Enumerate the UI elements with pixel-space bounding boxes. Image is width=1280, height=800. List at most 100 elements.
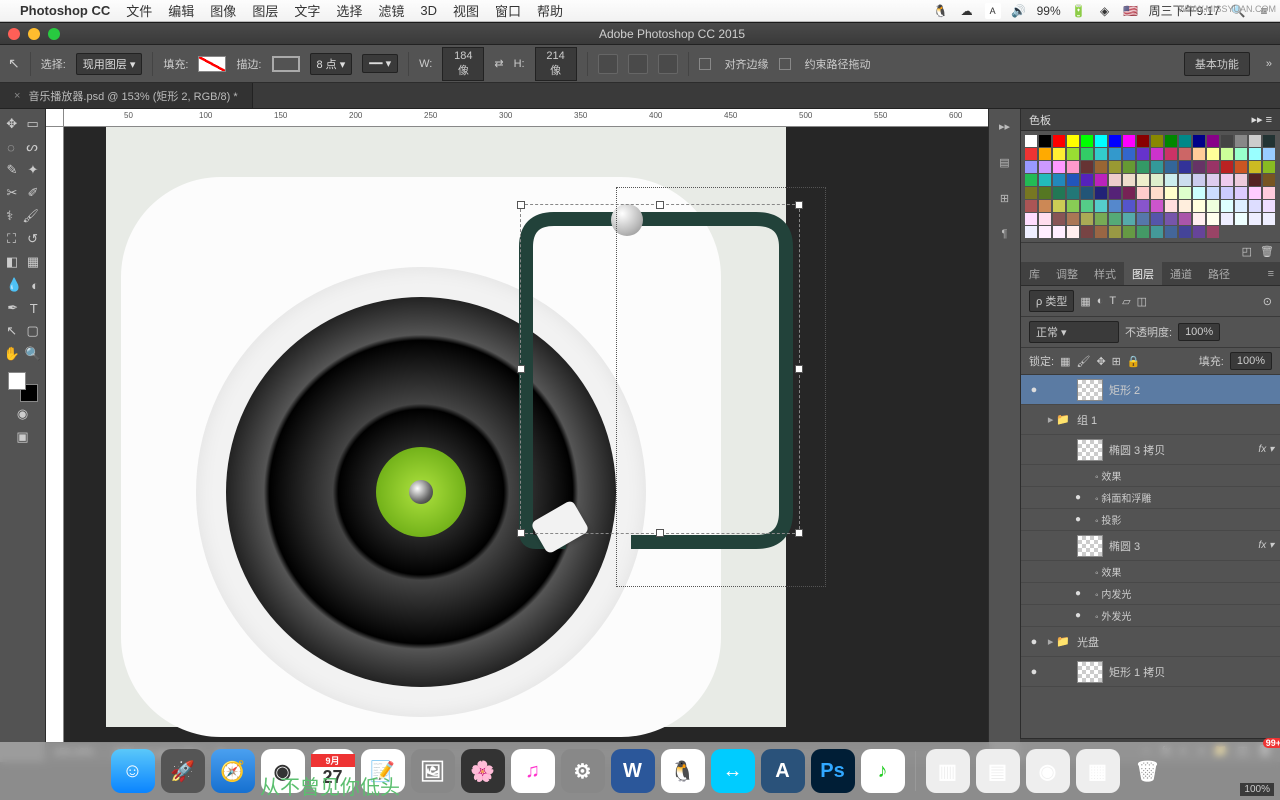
gradient-tool[interactable]: ▦ [27, 254, 39, 270]
history-panel-icon[interactable]: ▤ [994, 151, 1016, 173]
crop-tool[interactable]: ✂ [7, 185, 18, 201]
swatch[interactable] [1067, 200, 1079, 212]
swatch[interactable] [1249, 135, 1261, 147]
document-tab[interactable]: ×音乐播放器.psd @ 153% (矩形 2, RGB/8) * [0, 83, 253, 108]
tab-library[interactable]: 库 [1021, 262, 1048, 285]
close-tab-icon[interactable]: × [14, 90, 20, 102]
swatch[interactable] [1207, 213, 1219, 225]
photos-app[interactable]: 🌸 [461, 749, 505, 793]
swatch[interactable] [1249, 148, 1261, 160]
new-swatch-icon[interactable]: ◰ [1242, 245, 1252, 260]
swatch[interactable] [1053, 226, 1065, 238]
swatch[interactable] [1095, 213, 1107, 225]
lock-pos-icon[interactable]: ✥ [1096, 355, 1105, 368]
layer-thumb[interactable] [1077, 535, 1103, 557]
swatch[interactable] [1165, 187, 1177, 199]
path-select-tool-icon[interactable]: ↖ [8, 55, 20, 72]
swatch[interactable] [1235, 200, 1247, 212]
type-tool[interactable]: T [30, 301, 38, 316]
menu-file[interactable]: 文件 [126, 1, 152, 20]
safari-app[interactable]: 🧭 [211, 749, 255, 793]
adobe-icon[interactable]: A [985, 3, 1001, 19]
path-ops-icon[interactable] [598, 54, 618, 74]
swatch[interactable] [1067, 187, 1079, 199]
appstore-app[interactable]: A [761, 749, 805, 793]
marquee-tool[interactable]: ◌ [7, 140, 15, 155]
layer-row[interactable]: ●◦ 内发光 [1021, 583, 1280, 605]
visibility-toggle[interactable]: ● [1027, 636, 1041, 648]
swatch[interactable] [1081, 187, 1093, 199]
swatch[interactable] [1123, 174, 1135, 186]
swatch[interactable] [1221, 148, 1233, 160]
qq-icon[interactable]: 🐧 [933, 3, 949, 19]
stroke-swatch[interactable] [272, 56, 300, 72]
layer-row[interactable]: 椭圆 3fx ▾ [1021, 531, 1280, 561]
swatch[interactable] [1137, 135, 1149, 147]
swatch[interactable] [1193, 226, 1205, 238]
swatch[interactable] [1179, 148, 1191, 160]
swatch[interactable] [1095, 174, 1107, 186]
swatch[interactable] [1081, 174, 1093, 186]
swatch[interactable] [1151, 135, 1163, 147]
swatch[interactable] [1165, 161, 1177, 173]
filter-adjust-icon[interactable]: ◐ [1097, 295, 1104, 307]
swatch[interactable] [1053, 213, 1065, 225]
swatch[interactable] [1193, 174, 1205, 186]
swatch[interactable] [1207, 161, 1219, 173]
swatch[interactable] [1039, 161, 1051, 173]
swatch[interactable] [1053, 174, 1065, 186]
filter-shape-icon[interactable]: ▱ [1122, 295, 1130, 308]
swatch[interactable] [1249, 174, 1261, 186]
eraser-tool[interactable]: ◧ [6, 254, 18, 270]
swatches-panel-title[interactable]: 色板▸▸ ≡ [1021, 109, 1280, 131]
swatch[interactable] [1249, 200, 1261, 212]
flag-icon[interactable]: 🇺🇸 [1123, 3, 1139, 19]
settings-app[interactable]: ⚙ [561, 749, 605, 793]
swatch[interactable] [1123, 213, 1135, 225]
workspace-menu-icon[interactable]: » [1266, 58, 1272, 70]
word-app[interactable]: W [611, 749, 655, 793]
tab-paths[interactable]: 路径 [1200, 262, 1238, 285]
swatch[interactable] [1151, 174, 1163, 186]
artboard-tool[interactable]: ▭ [26, 116, 38, 132]
fg-bg-swatch[interactable] [8, 372, 38, 402]
width-input[interactable]: 184 像 [442, 47, 484, 81]
swatch[interactable] [1151, 187, 1163, 199]
para-panel-icon[interactable]: ¶ [994, 223, 1016, 245]
swatch[interactable] [1137, 148, 1149, 160]
menu-image[interactable]: 图像 [210, 1, 236, 20]
swatch[interactable] [1193, 213, 1205, 225]
swatch[interactable] [1165, 213, 1177, 225]
dock-folder-2[interactable]: ▤ [976, 749, 1020, 793]
swatch[interactable] [1249, 187, 1261, 199]
tab-styles[interactable]: 样式 [1086, 262, 1124, 285]
stroke-style[interactable]: ━━ ▾ [362, 54, 398, 73]
layer-thumb[interactable] [1077, 439, 1103, 461]
lasso-tool[interactable]: ᔕ [26, 139, 38, 155]
canvas[interactable]: 50100150200250300350400450500550600650 [46, 109, 1020, 762]
swatch[interactable] [1207, 174, 1219, 186]
tab-channels[interactable]: 通道 [1162, 262, 1200, 285]
swatch[interactable] [1053, 200, 1065, 212]
swatch[interactable] [1165, 148, 1177, 160]
dock-folder-1[interactable]: ▥ [926, 749, 970, 793]
swatch[interactable] [1123, 135, 1135, 147]
swatch[interactable] [1249, 213, 1261, 225]
fill-swatch[interactable] [198, 56, 226, 72]
filter-pixel-icon[interactable]: ▦ [1080, 295, 1090, 308]
zoom-tool[interactable]: 🔍 [25, 346, 41, 362]
swatch[interactable] [1053, 187, 1065, 199]
swatch[interactable] [1039, 187, 1051, 199]
swatch[interactable] [1179, 187, 1191, 199]
menu-filter[interactable]: 滤镜 [378, 1, 404, 20]
zoom-button[interactable] [48, 28, 60, 40]
align-edges-checkbox[interactable] [699, 58, 711, 70]
stroke-width[interactable]: 8 点 ▾ [310, 53, 353, 75]
tab-layers[interactable]: 图层 [1124, 262, 1162, 285]
blur-tool[interactable]: 💧 [6, 277, 22, 293]
swatch[interactable] [1179, 161, 1191, 173]
filter-smart-icon[interactable]: ◫ [1137, 295, 1147, 308]
swatch[interactable] [1123, 148, 1135, 160]
swatch[interactable] [1263, 213, 1275, 225]
swatch[interactable] [1025, 161, 1037, 173]
